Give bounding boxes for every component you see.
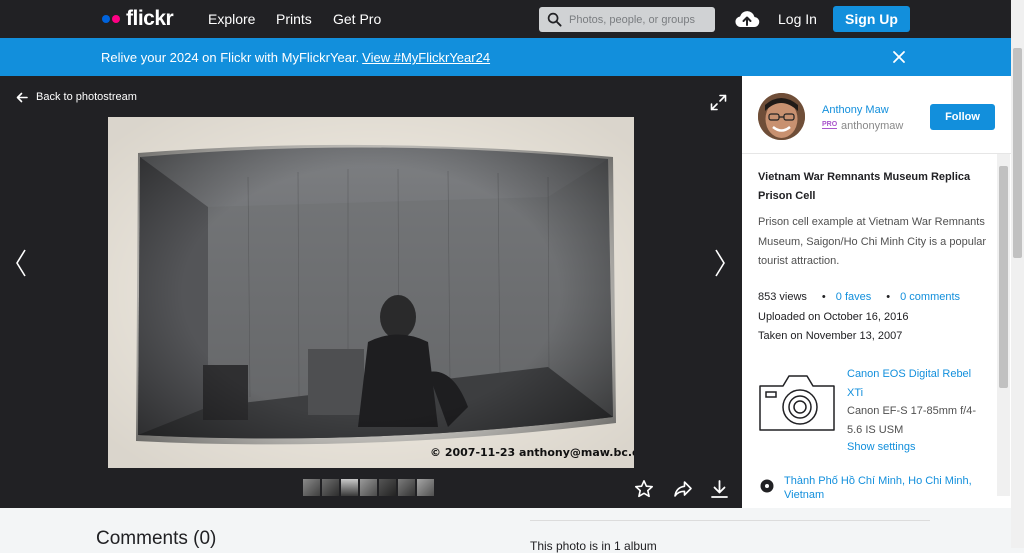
banner-text: Relive your 2024 on Flickr with MyFlickr… [101, 50, 360, 65]
logo-pink-dot [112, 15, 120, 23]
logo-text: flickr [126, 7, 174, 30]
banner-message: Relive your 2024 on Flickr with MyFlickr… [101, 50, 490, 65]
expand-icon[interactable] [710, 94, 727, 111]
upload-cloud-icon[interactable] [734, 8, 760, 30]
thumbnail[interactable] [341, 479, 358, 496]
search-input[interactable] [569, 7, 711, 32]
avatar-image [758, 93, 805, 140]
nav-prints[interactable]: Prints [276, 11, 312, 27]
signup-button[interactable]: Sign Up [833, 6, 910, 32]
owner-name[interactable]: Anthony Maw [822, 104, 889, 116]
nav-explore[interactable]: Explore [208, 11, 255, 27]
main-photo[interactable]: © 2007-11-23 anthony@maw.bc.ca [108, 117, 634, 468]
flickr-logo[interactable]: flickr [102, 7, 174, 31]
banner-link[interactable]: View #MyFlickrYear24 [362, 50, 490, 65]
location-pin-icon [760, 479, 774, 493]
follow-button[interactable]: Follow [930, 104, 995, 130]
photo-info-sidebar: Anthony Maw PRO anthonymaw Follow Vietna… [742, 76, 1011, 508]
back-label: Back to photostream [36, 91, 137, 103]
uploaded-date: Uploaded on October 16, 2016 [758, 311, 909, 323]
photo-description: Prison cell example at Vietnam War Remna… [758, 216, 987, 267]
sidebar-scrollbar[interactable] [997, 154, 1010, 496]
faves-link[interactable]: 0 faves [836, 291, 871, 303]
page-scrollbar-thumb[interactable] [1013, 48, 1022, 258]
camera-model-link[interactable]: Canon EOS Digital Rebel XTi [847, 365, 982, 403]
thumbnail[interactable] [360, 479, 377, 496]
sidebar-scrollbar-thumb[interactable] [999, 166, 1008, 388]
close-icon[interactable] [892, 50, 906, 64]
search-box[interactable] [539, 7, 715, 32]
thumbnail[interactable] [379, 479, 396, 496]
chevron-left-icon[interactable] [14, 248, 28, 278]
lens-info: Canon EF-S 17-85mm f/4-5.6 IS USM [847, 405, 976, 436]
views-count: 853 views [758, 291, 807, 303]
show-settings-link[interactable]: Show settings [847, 441, 915, 453]
download-icon[interactable] [710, 479, 729, 499]
thumbnail[interactable] [417, 479, 434, 496]
photo-viewer: Back to photostream © 2007-11-23 anthony… [0, 76, 742, 508]
photostream-thumbnails [303, 479, 434, 496]
promo-banner: Relive your 2024 on Flickr with MyFlickr… [0, 38, 1011, 76]
search-icon[interactable] [547, 12, 562, 27]
comments-heading: Comments (0) [96, 528, 217, 549]
camera-icon [759, 375, 835, 431]
thumbnail[interactable] [398, 479, 415, 496]
logo-blue-dot [102, 15, 110, 23]
photo-watermark: © 2007-11-23 anthony@maw.bc.ca [430, 446, 634, 459]
arrow-left-icon [16, 92, 28, 102]
stats-separator: • [821, 291, 826, 303]
thumbnail[interactable] [303, 479, 320, 496]
login-link[interactable]: Log In [778, 11, 817, 27]
album-info: This photo is in 1 album [530, 539, 657, 553]
avatar[interactable] [758, 93, 805, 140]
location-link[interactable]: Thành Phố Hồ Chí Minh, Ho Chi Minh, Viet… [784, 474, 984, 508]
share-icon[interactable] [673, 479, 693, 499]
top-navigation: flickr Explore Prints Get Pro Log In Sig… [0, 0, 1024, 38]
stats-separator: • [886, 291, 891, 303]
taken-date: Taken on November 13, 2007 [758, 330, 903, 342]
back-to-photostream[interactable]: Back to photostream [16, 91, 137, 103]
thumbnail[interactable] [322, 479, 339, 496]
divider [742, 153, 1011, 154]
nav-get-pro[interactable]: Get Pro [333, 11, 381, 27]
photo-stats: 853 views • 0 faves • 0 comments [758, 291, 960, 303]
pro-badge: PRO [822, 121, 838, 129]
comments-link[interactable]: 0 comments [900, 291, 960, 303]
chevron-right-icon[interactable] [713, 248, 727, 278]
photo-title: Vietnam War Remnants Museum Replica Pris… [758, 171, 971, 202]
divider [530, 520, 930, 521]
prison-cell-photo: © 2007-11-23 anthony@maw.bc.ca [108, 117, 634, 468]
page-scrollbar[interactable] [1011, 0, 1024, 548]
owner-username: anthonymaw [841, 120, 904, 132]
star-icon[interactable] [634, 479, 654, 499]
